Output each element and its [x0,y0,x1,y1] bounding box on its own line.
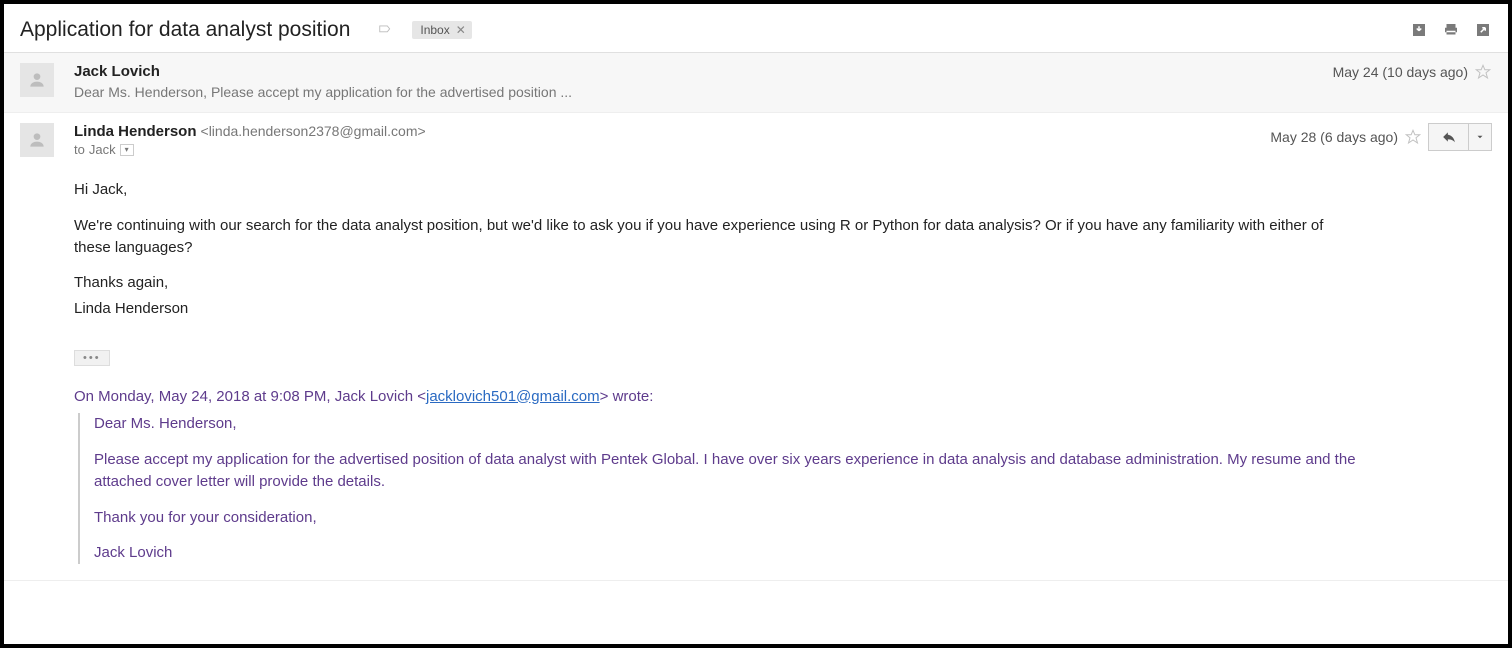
star-icon[interactable] [1474,63,1492,81]
label-icon[interactable] [376,23,394,37]
body-greeting: Hi Jack, [74,179,1362,201]
show-trimmed-button[interactable]: ••• [74,350,110,366]
quoted-greeting: Dear Ms. Henderson, [94,413,1362,435]
quote-header-post: > wrote: [600,388,654,405]
inbox-label-chip[interactable]: Inbox ✕ [412,21,471,39]
quote-header-pre: On Monday, May 24, 2018 at 9:08 PM, Jack… [74,388,426,405]
print-icon[interactable] [1442,21,1460,39]
avatar [20,123,54,157]
download-icon[interactable] [1410,21,1428,39]
subject: Application for data analyst position [20,18,350,42]
quoted-message: Dear Ms. Henderson, Please accept my app… [78,413,1362,564]
quoted-closing1: Thank you for your consideration, [94,507,1362,529]
sender-name: Linda Henderson [74,123,197,140]
sender-name: Jack Lovich [74,63,160,80]
message-snippet: Dear Ms. Henderson, Please accept my app… [74,84,1362,100]
avatar [20,63,54,97]
star-icon[interactable] [1404,128,1422,146]
quote-header: On Monday, May 24, 2018 at 9:08 PM, Jack… [74,386,1362,408]
quoted-closing2: Jack Lovich [94,542,1362,564]
message-expanded: Linda Henderson <linda.henderson2378@gma… [4,113,1508,581]
remove-label-icon[interactable]: ✕ [456,23,466,37]
to-prefix: to [74,142,85,157]
message-meta: May 28 (6 days ago) [1270,123,1492,151]
quoted-sender-email-link[interactable]: jacklovich501@gmail.com [426,388,600,405]
header-label-area: Inbox ✕ [376,21,471,39]
recipient-details-toggle[interactable]: ▾ [120,144,134,156]
message-body: Hi Jack, We're continuing with our searc… [74,179,1362,564]
quoted-p1: Please accept my application for the adv… [94,449,1362,493]
to-recipient: Jack [89,142,116,157]
sender-email: <linda.henderson2378@gmail.com> [201,123,426,139]
more-actions-button[interactable] [1468,123,1492,151]
body-p1: We're continuing with our search for the… [74,215,1362,259]
thread: Jack Lovich Dear Ms. Henderson, Please a… [4,53,1508,581]
reply-button[interactable] [1428,123,1468,151]
popout-icon[interactable] [1474,21,1492,39]
thread-header: Application for data analyst position In… [4,4,1508,53]
message-meta: May 24 (10 days ago) [1333,63,1492,81]
timestamp: May 24 (10 days ago) [1333,64,1468,80]
recipient-line: to Jack ▾ [74,142,1362,157]
timestamp: May 28 (6 days ago) [1270,129,1398,145]
message-collapsed[interactable]: Jack Lovich Dear Ms. Henderson, Please a… [4,53,1508,113]
body-closing1: Thanks again, [74,272,1362,294]
body-closing2: Linda Henderson [74,298,1362,320]
header-actions [1410,21,1492,39]
inbox-label-text: Inbox [420,23,449,37]
